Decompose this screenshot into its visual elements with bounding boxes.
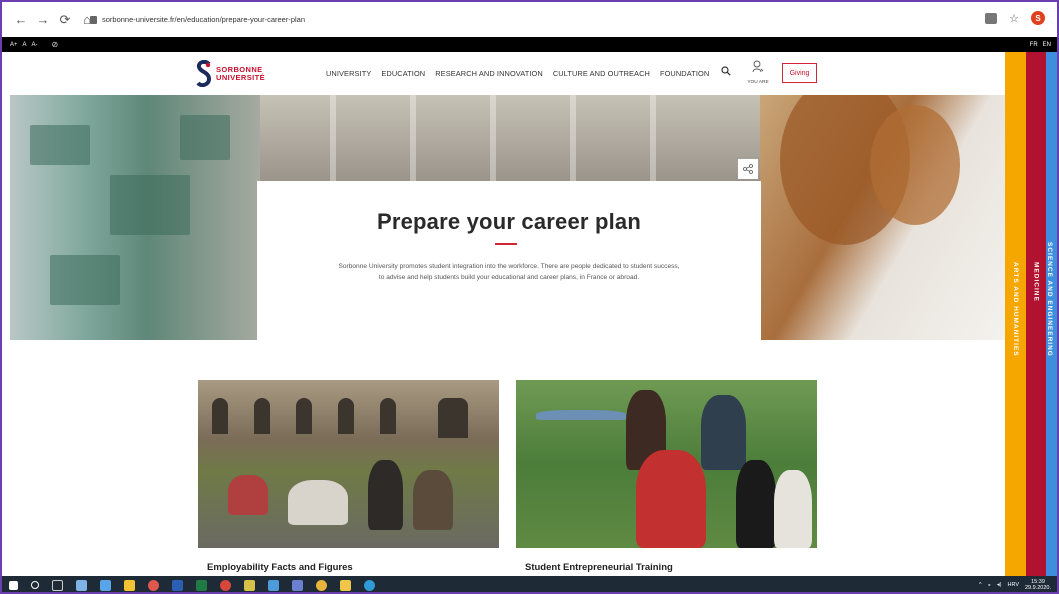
app-icon-4[interactable] <box>244 579 255 591</box>
app-icon-3[interactable] <box>220 579 231 591</box>
search-icon[interactable] <box>721 66 731 76</box>
volume-icon[interactable]: ◂) <box>997 582 1002 588</box>
tile-employability-image[interactable] <box>198 380 499 548</box>
browser-window: ← → ⟳ ⌂ sorbonne-universite.fr/en/educat… <box>0 0 1059 594</box>
edge-icon[interactable] <box>364 579 375 591</box>
site-header: SORBONNE UNIVERSITÉ UNIVERSITY EDUCATION… <box>2 52 1002 95</box>
app-icon-2[interactable] <box>148 579 159 591</box>
hero-image-center <box>260 95 760 181</box>
tab-arts-and-humanities[interactable]: ARTS AND HUMANITIES <box>1005 52 1026 576</box>
font-size-reset-button[interactable]: A <box>23 42 27 48</box>
windows-taskbar: ^ ◒ ◂) HRV 15:39 29.9.2020. <box>2 576 1057 592</box>
hero-image-right <box>760 95 1005 340</box>
word-icon[interactable] <box>172 579 183 591</box>
lang-fr-link[interactable]: FR <box>1030 42 1038 48</box>
hero-image-left <box>10 95 260 340</box>
tile-entrepreneurial-title[interactable]: Student Entrepreneurial Training <box>525 562 673 573</box>
back-arrow-icon[interactable]: ← <box>12 11 30 29</box>
tab-medicine[interactable]: MEDICINE <box>1026 52 1046 576</box>
keyboard-lang[interactable]: HRV <box>1007 582 1019 588</box>
chrome-icon[interactable] <box>316 579 327 591</box>
folder-icon[interactable] <box>340 579 351 591</box>
system-tray: ^ ◒ ◂) HRV 15:39 29.9.2020. <box>979 576 1051 592</box>
nav-university[interactable]: UNIVERSITY <box>326 69 371 78</box>
tab-science-and-engineering[interactable]: SCIENCE AND ENGINEERING <box>1046 52 1057 576</box>
reload-icon[interactable]: ⟳ <box>56 11 74 29</box>
hero-banner: Prepare your career plan Sorbonne Univer… <box>10 95 1005 340</box>
logo-line2: UNIVERSITÉ <box>216 72 266 82</box>
profile-avatar[interactable]: S <box>1031 11 1045 25</box>
hero-card: Prepare your career plan Sorbonne Univer… <box>257 181 761 340</box>
address-url: sorbonne-universite.fr/en/education/prep… <box>102 15 306 24</box>
bookmark-star-icon[interactable]: ☆ <box>1009 12 1019 25</box>
sorbonne-s-logo-icon <box>196 60 212 87</box>
network-icon[interactable]: ◒ <box>988 582 991 588</box>
you-are-label: YOU ARE <box>747 80 769 85</box>
nav-culture[interactable]: CULTURE AND OUTREACH <box>553 69 650 78</box>
tile-entrepreneurial-image[interactable] <box>516 380 817 548</box>
tile-employability-title[interactable]: Employability Facts and Figures <box>207 562 353 573</box>
app-icon-1[interactable] <box>100 579 111 591</box>
file-explorer-icon[interactable] <box>124 579 135 591</box>
nav-research[interactable]: RESEARCH AND INNOVATION <box>435 69 543 78</box>
excel-icon[interactable] <box>196 579 207 591</box>
lock-icon <box>90 15 97 24</box>
forward-arrow-icon[interactable]: → <box>34 11 52 29</box>
tray-chevron-icon[interactable]: ^ <box>979 582 982 588</box>
page-title: Prepare your career plan <box>376 209 642 234</box>
clock-date: 29.9.2020. <box>1025 585 1051 591</box>
giving-button[interactable]: Giving <box>782 63 817 83</box>
extension-icon[interactable] <box>985 12 998 24</box>
tab-medicine-label: MEDICINE <box>1032 262 1040 302</box>
nav-education[interactable]: EDUCATION <box>381 69 425 78</box>
share-icon[interactable] <box>738 159 758 179</box>
accessibility-bar: A+ A A- ⊘ FR EN <box>2 37 1057 52</box>
search-taskbar-icon[interactable] <box>31 581 39 589</box>
address-bar[interactable]: sorbonne-universite.fr/en/education/prep… <box>90 11 305 28</box>
clock[interactable]: 15:39 29.9.2020. <box>1025 579 1051 592</box>
desktop-icon[interactable] <box>76 579 87 591</box>
contrast-toggle-icon[interactable]: ⊘ <box>52 40 59 49</box>
windows-start-icon[interactable] <box>9 580 18 590</box>
app-icon-6[interactable] <box>292 579 303 591</box>
site-logo[interactable]: SORBONNE UNIVERSITÉ <box>196 60 265 87</box>
task-view-icon[interactable] <box>52 579 63 591</box>
font-size-increase-button[interactable]: A+ <box>10 42 18 48</box>
person-icon <box>752 60 764 73</box>
tab-science-label: SCIENCE AND ENGINEERING <box>1046 242 1053 357</box>
title-divider <box>495 243 517 245</box>
you-are-menu[interactable]: YOU ARE <box>744 60 772 85</box>
browser-toolbar: ← → ⟳ ⌂ sorbonne-universite.fr/en/educat… <box>2 2 1057 37</box>
nav-foundation[interactable]: FOUNDATION <box>660 69 709 78</box>
main-nav: UNIVERSITY EDUCATION RESEARCH AND INNOVA… <box>326 69 709 78</box>
font-size-decrease-button[interactable]: A- <box>32 42 38 48</box>
hero-description: Sorbonne University promotes student int… <box>338 263 680 282</box>
lang-en-link[interactable]: EN <box>1043 42 1051 48</box>
tab-arts-label: ARTS AND HUMANITIES <box>1012 262 1019 357</box>
app-icon-5[interactable] <box>268 579 279 591</box>
